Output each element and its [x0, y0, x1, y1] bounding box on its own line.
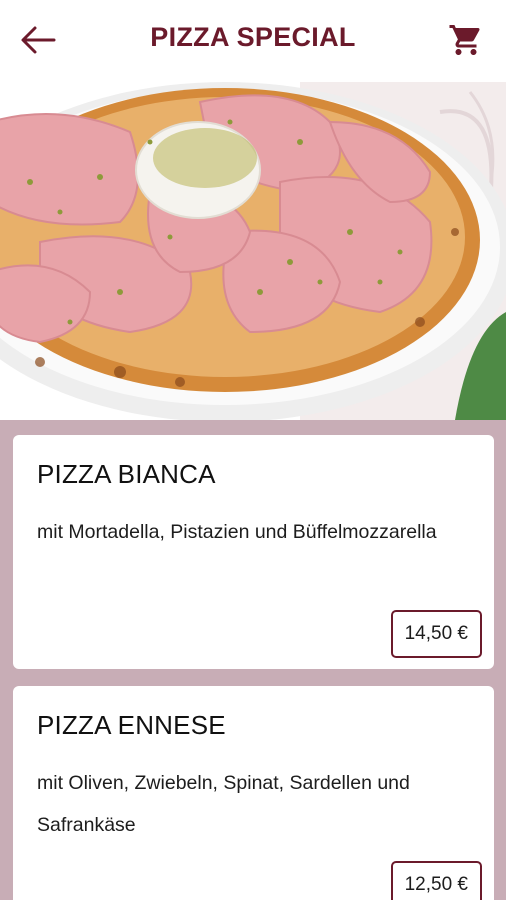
- menu-item-card[interactable]: PIZZA ENNESE mit Oliven, Zwiebeln, Spina…: [13, 686, 494, 900]
- app-header: PIZZA SPECIAL: [0, 0, 506, 82]
- menu-item-description: mit Oliven, Zwiebeln, Spinat, Sardellen …: [37, 772, 410, 836]
- menu-item-price-button[interactable]: 12,50 €: [390, 861, 482, 900]
- pizza-photo: [0, 82, 506, 420]
- hero-image: [0, 82, 506, 420]
- menu-item-card[interactable]: PIZZA BIANCA mit Mortadella, Pistazien u…: [13, 435, 494, 669]
- menu-item-name: PIZZA BIANCA: [37, 459, 216, 489]
- menu-item-name: PIZZA ENNESE: [37, 710, 226, 740]
- shopping-cart-icon[interactable]: [448, 22, 484, 58]
- page-title: PIZZA SPECIAL: [150, 22, 356, 52]
- menu-item-description: mit Mortadella, Pistazien und Büffelmozz…: [37, 521, 437, 543]
- menu-item-price-button[interactable]: 14,50 €: [390, 610, 482, 658]
